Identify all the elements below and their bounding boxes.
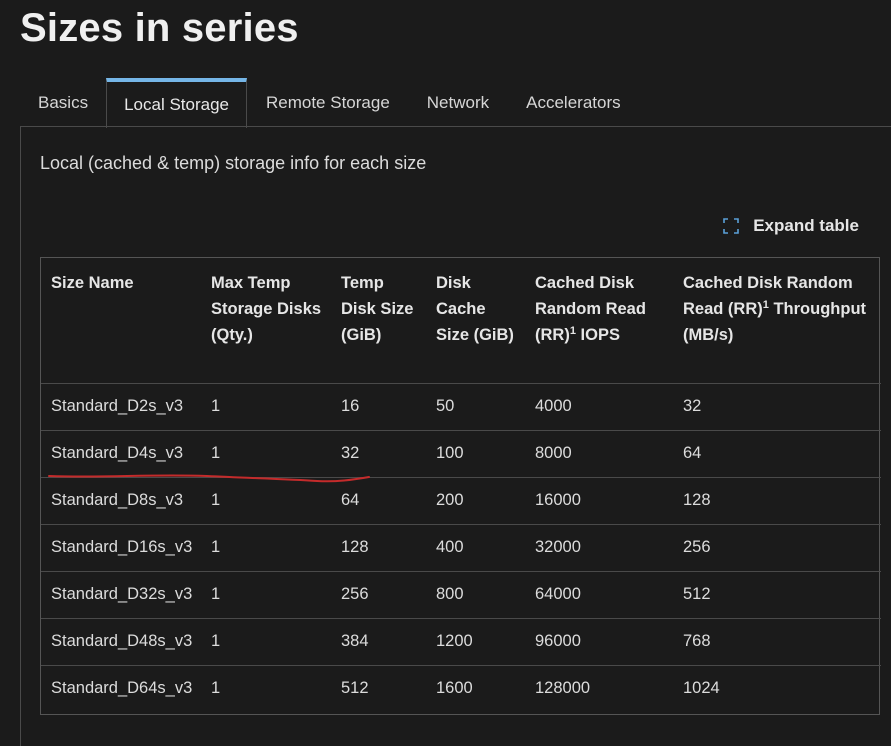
cell-temp-disk-size: 32 xyxy=(331,429,426,477)
cell-cached-rr-iops: 128000 xyxy=(525,664,673,712)
cell-temp-disk-size: 64 xyxy=(331,476,426,524)
cell-max-temp-disks: 1 xyxy=(201,523,331,571)
sizes-table-container: Size Name Max Temp Storage Disks (Qty.) … xyxy=(40,257,881,715)
expand-icon xyxy=(723,218,739,234)
table-row: Standard_D48s_v3 1 384 1200 96000 768 xyxy=(41,617,881,665)
header-temp-disk-size: Temp Disk Size (GiB) xyxy=(341,274,414,344)
cell-cached-rr-iops: 8000 xyxy=(525,429,673,477)
cell-cached-rr-iops: 4000 xyxy=(525,382,673,430)
page: Sizes in series Basics Local Storage Rem… xyxy=(0,0,891,746)
header-max-temp-storage-disks: Max Temp Storage Disks (Qty.) xyxy=(211,274,322,344)
cell-cached-rr-throughput: 512 xyxy=(673,570,881,618)
cell-cached-rr-iops: 32000 xyxy=(525,523,673,571)
tab-remote-storage[interactable]: Remote Storage xyxy=(247,78,408,127)
table-row: Standard_D64s_v3 1 512 1600 128000 1024 xyxy=(41,664,881,712)
cell-size-name: Standard_D2s_v3 xyxy=(41,382,201,430)
cell-temp-disk-size: 128 xyxy=(331,523,426,571)
cell-size-name: Standard_D48s_v3 xyxy=(41,617,201,665)
cell-max-temp-disks: 1 xyxy=(201,476,331,524)
tab-list: Basics Local Storage Remote Storage Netw… xyxy=(20,78,891,128)
expand-table-label: Expand table xyxy=(753,216,859,235)
cell-temp-disk-size: 512 xyxy=(331,664,426,712)
tab-local-storage[interactable]: Local Storage xyxy=(106,78,247,128)
header-cached-rr-iops: Cached Disk Random Read (RR)1 IOPS xyxy=(535,274,646,344)
cell-cached-rr-iops: 96000 xyxy=(525,617,673,665)
cell-disk-cache-size: 200 xyxy=(426,476,525,524)
cell-disk-cache-size: 1600 xyxy=(426,664,525,712)
header-size-name: Size Name xyxy=(51,274,134,292)
panel-description: Local (cached & temp) storage info for e… xyxy=(40,153,427,173)
cell-size-name: Standard_D8s_v3 xyxy=(41,476,201,524)
cell-max-temp-disks: 1 xyxy=(201,617,331,665)
cell-max-temp-disks: 1 xyxy=(201,429,331,477)
cell-max-temp-disks: 1 xyxy=(201,570,331,618)
table-row: Standard_D32s_v3 1 256 800 64000 512 xyxy=(41,570,881,618)
page-title: Sizes in series xyxy=(20,6,299,50)
cell-temp-disk-size: 384 xyxy=(331,617,426,665)
sizes-table: Size Name Max Temp Storage Disks (Qty.) … xyxy=(41,258,881,712)
cell-cached-rr-throughput: 256 xyxy=(673,523,881,571)
cell-cached-rr-throughput: 1024 xyxy=(673,664,881,712)
tab-network[interactable]: Network xyxy=(408,78,507,127)
tab-panel-local-storage: Local (cached & temp) storage info for e… xyxy=(20,126,891,746)
table-header-row: Size Name Max Temp Storage Disks (Qty.) … xyxy=(41,258,881,383)
cell-temp-disk-size: 16 xyxy=(331,382,426,430)
header-disk-cache-size: Disk Cache Size (GiB) xyxy=(436,274,514,344)
cell-cached-rr-throughput: 768 xyxy=(673,617,881,665)
header-cached-rr-throughput: Cached Disk Random Read (RR)1 Throughput… xyxy=(683,274,867,344)
tab-basics[interactable]: Basics xyxy=(20,78,106,127)
cell-cached-rr-iops: 16000 xyxy=(525,476,673,524)
cell-temp-disk-size: 256 xyxy=(331,570,426,618)
cell-cached-rr-throughput: 64 xyxy=(673,429,881,477)
cell-size-name: Standard_D32s_v3 xyxy=(41,570,201,618)
cell-disk-cache-size: 100 xyxy=(426,429,525,477)
table-row: Standard_D2s_v3 1 16 50 4000 32 xyxy=(41,382,881,430)
table-row: Standard_D16s_v3 1 128 400 32000 256 xyxy=(41,523,881,571)
cell-size-name: Standard_D16s_v3 xyxy=(41,523,201,571)
table-row: Standard_D4s_v3 1 32 100 8000 64 xyxy=(41,429,881,477)
cell-size-name: Standard_D64s_v3 xyxy=(41,664,201,712)
table-row: Standard_D8s_v3 1 64 200 16000 128 xyxy=(41,476,881,524)
cell-disk-cache-size: 50 xyxy=(426,382,525,430)
cell-disk-cache-size: 400 xyxy=(426,523,525,571)
tab-accelerators[interactable]: Accelerators xyxy=(507,78,638,127)
cell-max-temp-disks: 1 xyxy=(201,664,331,712)
cell-cached-rr-iops: 64000 xyxy=(525,570,673,618)
expand-table-button[interactable]: Expand table xyxy=(723,216,859,236)
cell-max-temp-disks: 1 xyxy=(201,382,331,430)
cell-cached-rr-throughput: 128 xyxy=(673,476,881,524)
cell-disk-cache-size: 800 xyxy=(426,570,525,618)
cell-disk-cache-size: 1200 xyxy=(426,617,525,665)
cell-size-name: Standard_D4s_v3 xyxy=(41,429,201,477)
cell-cached-rr-throughput: 32 xyxy=(673,382,881,430)
